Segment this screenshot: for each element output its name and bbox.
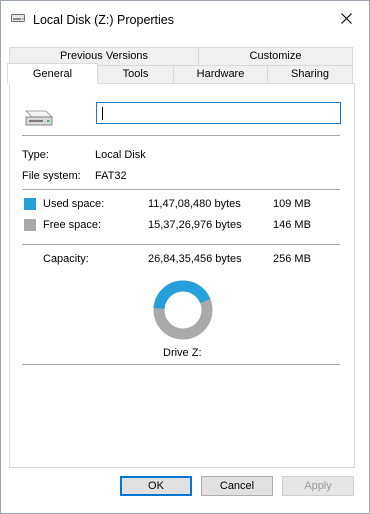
title-bar: Local Disk (Z:) Properties xyxy=(1,1,369,35)
apply-button[interactable]: Apply xyxy=(282,476,354,496)
capacity-size: 256 MB xyxy=(273,253,311,265)
separator xyxy=(22,135,340,136)
window-title: Local Disk (Z:) Properties xyxy=(33,13,175,27)
used-space-label: Used space: xyxy=(43,198,105,210)
text-caret xyxy=(102,107,103,120)
capacity-label: Capacity: xyxy=(43,253,89,265)
general-panel: Type: Local Disk File system: FAT32 Used… xyxy=(9,83,355,468)
volume-name-input[interactable] xyxy=(96,102,341,124)
separator xyxy=(22,364,340,365)
drive-icon xyxy=(25,110,53,126)
free-space-swatch xyxy=(24,219,36,231)
free-space-label: Free space: xyxy=(43,219,102,231)
used-space-size: 109 MB xyxy=(273,198,311,210)
used-space-bytes: 11,47,08,480 bytes xyxy=(148,198,241,210)
tab-hardware[interactable]: Hardware xyxy=(173,65,268,84)
used-space-swatch xyxy=(24,198,36,210)
drive-icon xyxy=(11,14,25,22)
separator xyxy=(22,189,340,190)
capacity-bytes: 26,84,35,456 bytes xyxy=(148,253,242,265)
free-space-size: 146 MB xyxy=(273,219,311,231)
file-system-label: File system: xyxy=(22,170,81,182)
tab-general[interactable]: General xyxy=(7,63,98,84)
disk-usage-donut xyxy=(153,280,213,340)
close-icon xyxy=(340,12,352,24)
type-label: Type: xyxy=(22,149,49,161)
type-value: Local Disk xyxy=(95,149,146,161)
tab-tools[interactable]: Tools xyxy=(97,65,174,84)
tab-sharing[interactable]: Sharing xyxy=(267,65,353,84)
cancel-button[interactable]: Cancel xyxy=(201,476,273,496)
file-system-value: FAT32 xyxy=(95,170,127,182)
properties-dialog: Local Disk (Z:) Properties Previous Vers… xyxy=(0,0,370,514)
close-button[interactable] xyxy=(323,1,369,35)
drive-label: Drive Z: xyxy=(163,347,202,359)
ok-button[interactable]: OK xyxy=(120,476,192,496)
separator xyxy=(22,244,340,245)
free-space-bytes: 15,37,26,976 bytes xyxy=(148,219,242,231)
tab-customize[interactable]: Customize xyxy=(198,47,353,66)
